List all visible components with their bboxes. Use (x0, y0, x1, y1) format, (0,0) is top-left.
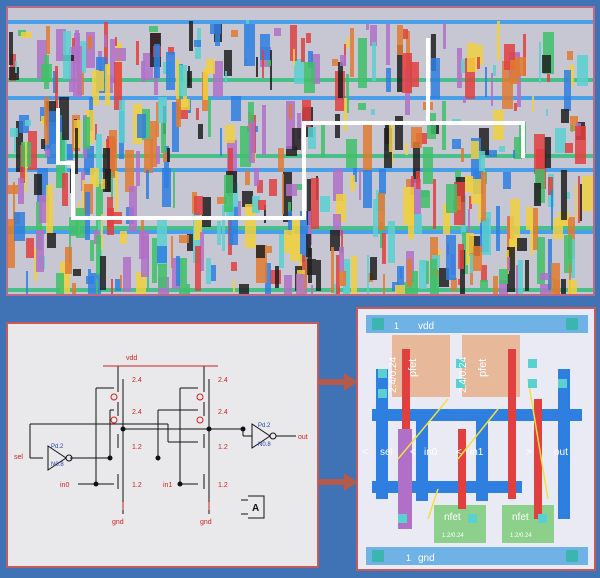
in0-label: in0 (60, 482, 69, 489)
p-mid-right-size: 2.4 (218, 409, 228, 416)
sel-inverter-n: N0.8 (51, 462, 64, 468)
nfet-left-size: 1.2/0.24 (442, 533, 464, 539)
out-pin-marker: > (526, 447, 532, 458)
vdd-label: vdd (126, 355, 137, 362)
pfet-left-size: 2.4/0.24 (388, 356, 399, 393)
nfet-right-size: 1.2/0.24 (510, 533, 532, 539)
in1-label: in1 (163, 482, 172, 489)
sel-label: sel (14, 454, 23, 461)
out-inverter-p: Pd.2 (258, 423, 271, 429)
pfet-right-label: pfet (477, 359, 489, 377)
pfet-left-region (392, 335, 450, 397)
in1-pin-marker: < (456, 447, 462, 458)
gnd-left-label: gnd (112, 519, 124, 526)
pfet-right-size: 2.4/0.24 (458, 356, 469, 393)
schematic-diagram: vdd gnd gnd sel in0 in1 out 2.4 2.4 2.4 … (14, 355, 308, 526)
schematic-panel: vdd gnd gnd sel in0 in1 out 2.4 2.4 2.4 … (6, 322, 319, 568)
sel-pin-marker: < (362, 447, 368, 458)
sel-pin-label: sel (380, 447, 393, 458)
vdd-marker: 1 (394, 321, 399, 331)
cell-layout: vdd 1 gnd 1 pfet pfet 2.4/0.24 2.4/0.24 … (362, 315, 588, 565)
in0-pin-label: in0 (424, 447, 438, 458)
sel-inverter-p: Pd.2 (51, 444, 64, 450)
vdd-rail (366, 315, 588, 333)
n-bot-right-size: 1.2 (218, 482, 228, 489)
pfet-left-label: pfet (407, 359, 419, 377)
symbol-label: A (252, 503, 259, 514)
p-top-left-size: 2.4 (132, 377, 142, 384)
nfet-right-label: nfet (512, 512, 529, 523)
nfet-left-label: nfet (444, 512, 461, 523)
n-bot-left-size: 1.2 (132, 482, 142, 489)
gnd-text: gnd (418, 553, 435, 564)
n-mid-right-size: 1.2 (218, 444, 228, 451)
p-mid-left-size: 2.4 (132, 409, 142, 416)
out-inverter-n: N0.8 (258, 442, 271, 448)
n-mid-left-size: 1.2 (132, 444, 142, 451)
out-pin-label: out (554, 447, 568, 458)
in1-pin-label: in1 (470, 447, 484, 458)
gnd-right-label: gnd (200, 519, 212, 526)
gnd-rail (366, 547, 588, 565)
p-top-right-size: 2.4 (218, 377, 228, 384)
out-label: out (298, 434, 308, 441)
gnd-marker: 1 (406, 553, 411, 563)
cell-layout-panel: vdd 1 gnd 1 pfet pfet 2.4/0.24 2.4/0.24 … (356, 307, 596, 571)
vdd-text: vdd (418, 321, 434, 332)
in0-pin-marker: < (410, 447, 416, 458)
